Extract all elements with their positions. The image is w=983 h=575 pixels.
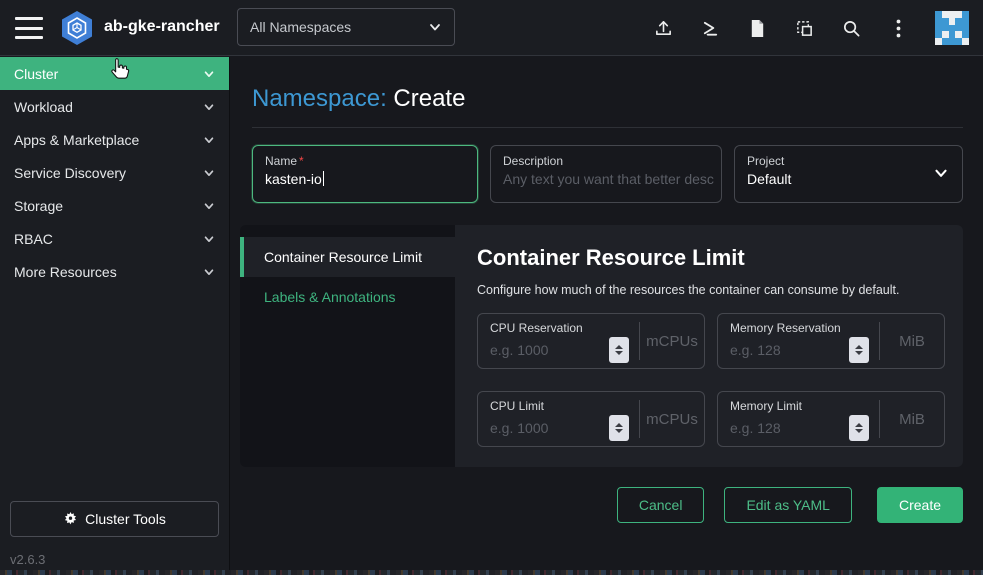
- gear-icon: [63, 512, 78, 527]
- stepper-icon[interactable]: [849, 337, 869, 363]
- description-field[interactable]: Description Any text you want that bette…: [490, 145, 722, 203]
- text-caret: [323, 171, 324, 186]
- namespace-filter-value: All Namespaces: [250, 19, 351, 35]
- sidebar-item-label: Service Discovery: [14, 165, 126, 181]
- page-title-action: Create: [393, 85, 465, 112]
- tab-panel: Container Resource Limit Configure how m…: [455, 225, 963, 467]
- cpu-reservation-label: CPU Reservation: [490, 321, 633, 335]
- sidebar-item-more-resources[interactable]: More Resources: [0, 255, 229, 288]
- cpu-limit-field: CPU Limit mCPUs: [477, 391, 705, 447]
- cancel-button[interactable]: Cancel: [617, 487, 705, 523]
- required-marker: *: [299, 154, 304, 168]
- search-icon[interactable]: [841, 18, 861, 38]
- version-label: v2.6.3: [10, 552, 45, 567]
- project-select[interactable]: Project Default: [734, 145, 963, 203]
- page-title: Namespace: Create: [252, 85, 963, 113]
- chevron-down-icon: [203, 266, 215, 278]
- name-input[interactable]: kasten-io: [265, 171, 465, 187]
- cpu-reservation-unit: mCPUs: [640, 314, 704, 368]
- sidebar-item-label: Apps & Marketplace: [14, 132, 139, 148]
- kubectl-shell-icon[interactable]: [700, 18, 720, 38]
- sidebar-item-storage[interactable]: Storage: [0, 189, 229, 222]
- memory-reservation-unit: MiB: [880, 314, 944, 368]
- main-content: Namespace: Create Name* kasten-io Descri…: [231, 57, 983, 575]
- cluster-name[interactable]: ab-gke-rancher: [104, 18, 220, 36]
- memory-reservation-input[interactable]: [730, 342, 840, 358]
- chevron-down-icon: [203, 233, 215, 245]
- file-icon[interactable]: [747, 18, 767, 38]
- stepper-icon[interactable]: [609, 415, 629, 441]
- memory-reservation-label: Memory Reservation: [730, 321, 873, 335]
- sidebar-item-label: Workload: [14, 99, 73, 115]
- memory-limit-label: Memory Limit: [730, 399, 873, 413]
- topbar: ab-gke-rancher All Namespaces: [0, 0, 983, 56]
- cpu-limit-input[interactable]: [490, 420, 600, 436]
- sidebar-item-service-discovery[interactable]: Service Discovery: [0, 156, 229, 189]
- tab-list: Container Resource Limit Labels & Annota…: [240, 225, 455, 467]
- chevron-down-icon: [203, 200, 215, 212]
- project-label: Project: [747, 154, 950, 168]
- cluster-tools-button[interactable]: Cluster Tools: [10, 501, 219, 537]
- description-label: Description: [503, 154, 709, 168]
- stepper-icon[interactable]: [849, 415, 869, 441]
- sidebar-nav: Cluster Workload Apps & Marketplace Serv…: [0, 57, 229, 288]
- namespace-meta-form: Name* kasten-io Description Any text you…: [252, 145, 963, 203]
- chevron-down-icon: [203, 134, 215, 146]
- chevron-down-icon: [203, 68, 215, 80]
- description-input-placeholder[interactable]: Any text you want that better desc: [503, 171, 709, 187]
- sidebar-item-workload[interactable]: Workload: [0, 90, 229, 123]
- title-divider: [252, 127, 963, 128]
- copy-kubeconfig-icon[interactable]: [794, 18, 814, 38]
- background-window-sliver: [0, 570, 983, 575]
- form-actions: Cancel Edit as YAML Create: [231, 487, 963, 523]
- sidebar-item-rbac[interactable]: RBAC: [0, 222, 229, 255]
- sidebar-item-label: Cluster: [14, 66, 58, 82]
- cluster-logo-icon[interactable]: [58, 9, 96, 47]
- tabbed-section: Container Resource Limit Labels & Annota…: [240, 225, 963, 467]
- sidebar-item-label: Storage: [14, 198, 63, 214]
- namespace-filter-select[interactable]: All Namespaces: [237, 8, 455, 46]
- rancher-app-window: ab-gke-rancher All Namespaces: [0, 0, 983, 575]
- memory-limit-input[interactable]: [730, 420, 840, 436]
- cpu-limit-label: CPU Limit: [490, 399, 633, 413]
- project-value: Default: [747, 171, 950, 187]
- panel-subtitle: Configure how much of the resources the …: [477, 283, 945, 297]
- sidebar-item-cluster[interactable]: Cluster: [0, 57, 229, 90]
- chevron-down-icon: [428, 20, 442, 34]
- cpu-reservation-field: CPU Reservation mCPUs: [477, 313, 705, 369]
- chevron-down-icon: [203, 167, 215, 179]
- page-title-resource: Namespace:: [252, 85, 387, 112]
- chevron-down-icon: [933, 165, 949, 181]
- memory-limit-field: Memory Limit MiB: [717, 391, 945, 447]
- import-yaml-icon[interactable]: [653, 18, 673, 38]
- name-label: Name*: [265, 154, 465, 168]
- tab-container-resource-limit[interactable]: Container Resource Limit: [240, 237, 455, 277]
- topbar-actions: [653, 0, 969, 56]
- panel-title: Container Resource Limit: [477, 245, 945, 271]
- user-avatar[interactable]: [935, 11, 969, 45]
- memory-limit-unit: MiB: [880, 392, 944, 446]
- stepper-icon[interactable]: [609, 337, 629, 363]
- sidebar-item-label: RBAC: [14, 231, 53, 247]
- chevron-down-icon: [203, 101, 215, 113]
- resource-limit-grid: CPU Reservation mCPUs Memory Reservation: [477, 313, 945, 447]
- sidebar-item-label: More Resources: [14, 264, 117, 280]
- cpu-limit-unit: mCPUs: [640, 392, 704, 446]
- sidebar-item-apps-marketplace[interactable]: Apps & Marketplace: [0, 123, 229, 156]
- cluster-tools-label: Cluster Tools: [85, 511, 166, 527]
- tab-labels-annotations[interactable]: Labels & Annotations: [240, 277, 455, 317]
- cpu-reservation-input[interactable]: [490, 342, 600, 358]
- hamburger-menu-icon[interactable]: [15, 17, 43, 39]
- memory-reservation-field: Memory Reservation MiB: [717, 313, 945, 369]
- sidebar: Cluster Workload Apps & Marketplace Serv…: [0, 57, 230, 575]
- create-button[interactable]: Create: [877, 487, 963, 523]
- edit-as-yaml-button[interactable]: Edit as YAML: [724, 487, 852, 523]
- kebab-menu-icon[interactable]: [888, 18, 908, 38]
- name-field[interactable]: Name* kasten-io: [252, 145, 478, 203]
